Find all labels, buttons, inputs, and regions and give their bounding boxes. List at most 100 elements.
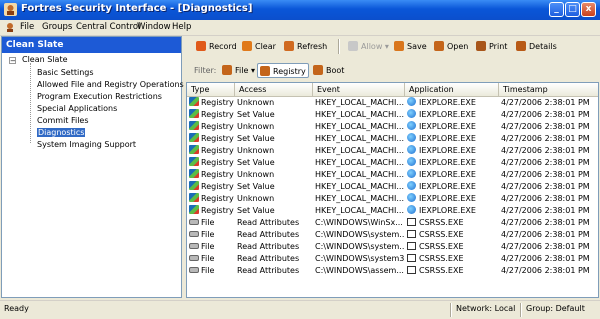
cell-text: HKEY_LOCAL_MACHI... <box>315 122 405 131</box>
registry-icon <box>189 109 199 118</box>
cell-text: File <box>201 266 215 275</box>
record-icon <box>196 41 206 51</box>
tree-item-basic-settings[interactable]: Basic Settings <box>37 68 94 77</box>
cell-type: Registry <box>187 205 235 217</box>
open-button[interactable]: Open <box>434 39 468 54</box>
tree-item-program-execution[interactable]: Program Execution Restrictions <box>37 92 162 101</box>
cell-text: IEXPLORE.EXE <box>419 110 476 119</box>
refresh-button[interactable]: Refresh <box>284 39 327 54</box>
table-row[interactable]: Registry Unknown HKEY_LOCAL_MACHI... IEXPLO… <box>187 169 598 181</box>
cell-text: 4/27/2006 2:38:01 PM <box>501 158 590 167</box>
checkmark-icon <box>348 41 358 51</box>
document-icon[interactable] <box>4 21 16 33</box>
title-bar[interactable]: Fortres Security Interface - [Diagnostic… <box>0 0 600 20</box>
table-row[interactable]: File Read Attributes C:\WINDOWS\system... C… <box>187 229 598 241</box>
column-header-timestamp[interactable]: Timestamp <box>499 83 598 96</box>
record-button[interactable]: Record <box>196 39 237 54</box>
table-row[interactable]: Registry Unknown HKEY_LOCAL_MACHI... IEXPLO… <box>187 145 598 157</box>
tree-item-special-applications[interactable]: Special Applications <box>37 104 117 113</box>
menu-help[interactable]: Help <box>172 22 191 32</box>
save-button[interactable]: Save <box>394 39 427 54</box>
tree-item-commit-files[interactable]: Commit Files <box>37 116 89 125</box>
navigation-pane: Clean Slate − Clean Slate Basic Settings… <box>1 36 184 298</box>
registry-icon <box>189 121 199 130</box>
registry-icon <box>189 181 199 190</box>
print-button[interactable]: Print <box>476 39 507 54</box>
column-header-application[interactable]: Application <box>405 83 499 96</box>
filter-file-button[interactable]: File ▾ <box>220 63 257 78</box>
table-row[interactable]: Registry Unknown HKEY_LOCAL_MACHI... IEXPLO… <box>187 193 598 205</box>
table-row[interactable]: File Read Attributes C:\WINDOWS\assem... CS… <box>187 265 598 277</box>
registry-icon <box>189 145 199 154</box>
cell-text: Set Value <box>237 134 275 143</box>
cell-timestamp: 4/27/2006 2:38:01 PM <box>499 205 598 217</box>
table-row[interactable]: Registry Set Value HKEY_LOCAL_MACHI... IEXP… <box>187 205 598 217</box>
filter-registry-button[interactable]: Registry <box>257 63 309 78</box>
allow-label: Allow <box>361 42 383 51</box>
table-row[interactable]: File Read Attributes C:\WINDOWS\WinSx... CS… <box>187 217 598 229</box>
table-row[interactable]: File Read Attributes C:\WINDOWS\system... C… <box>187 241 598 253</box>
toolbar-separator <box>338 39 340 54</box>
cell-type: File <box>187 241 235 253</box>
cell-text: Registry <box>201 98 234 107</box>
cell-timestamp: 4/27/2006 2:38:01 PM <box>499 193 598 205</box>
column-header-access[interactable]: Access <box>235 83 313 96</box>
menu-file[interactable]: File <box>20 22 34 32</box>
cell-text: Registry <box>201 134 234 143</box>
cell-application: IEXPLORE.EXE <box>405 193 499 205</box>
table-header: Type Access Event Application Timestamp <box>187 83 598 97</box>
cell-application: IEXPLORE.EXE <box>405 181 499 193</box>
file-icon <box>189 231 199 237</box>
details-button[interactable]: Details <box>516 39 557 54</box>
cell-access: Unknown <box>235 145 313 157</box>
cell-text: IEXPLORE.EXE <box>419 146 476 155</box>
table-row[interactable]: Registry Set Value HKEY_LOCAL_MACHI... IEXP… <box>187 181 598 193</box>
tree-item-allowed-operations[interactable]: Allowed File and Registry Operations <box>37 80 184 89</box>
collapse-toggle[interactable]: − <box>9 57 16 65</box>
events-table[interactable]: Type Access Event Application Timestamp … <box>186 82 599 298</box>
registry-icon <box>189 97 199 106</box>
column-header-type[interactable]: Type <box>187 83 235 96</box>
cell-application: IEXPLORE.EXE <box>405 205 499 217</box>
file-icon <box>189 219 199 225</box>
cell-timestamp: 4/27/2006 2:38:01 PM <box>499 229 598 241</box>
tree-item-system-imaging[interactable]: System Imaging Support <box>37 140 136 149</box>
table-row[interactable]: File Read Attributes C:\WINDOWS\system32 CS… <box>187 253 598 265</box>
cell-timestamp: 4/27/2006 2:38:01 PM <box>499 181 598 193</box>
cell-application: CSRSS.EXE <box>405 229 499 241</box>
cell-timestamp: 4/27/2006 2:38:01 PM <box>499 169 598 181</box>
cell-event: HKEY_LOCAL_MACHI... <box>313 109 405 121</box>
cell-text: Unknown <box>237 194 275 203</box>
window-title: Fortres Security Interface - [Diagnostic… <box>21 3 253 14</box>
table-row[interactable]: Registry Unknown HKEY_LOCAL_MACHI... IEXPLO… <box>187 97 598 109</box>
cell-application: IEXPLORE.EXE <box>405 121 499 133</box>
menu-window[interactable]: Window <box>137 22 171 32</box>
cell-text: C:\WINDOWS\WinSx... <box>315 218 403 227</box>
cell-text: 4/27/2006 2:38:01 PM <box>501 218 590 227</box>
cell-text: Registry <box>201 110 234 119</box>
file-icon <box>189 255 199 261</box>
clear-button[interactable]: Clear <box>242 39 276 54</box>
details-label: Details <box>529 42 557 51</box>
menu-central-control[interactable]: Central Control <box>76 22 140 32</box>
menu-groups[interactable]: Groups <box>42 22 72 32</box>
cell-application: IEXPLORE.EXE <box>405 145 499 157</box>
filter-boot-button[interactable]: Boot <box>311 63 346 78</box>
cell-application: CSRSS.EXE <box>405 241 499 253</box>
table-row[interactable]: Registry Unknown HKEY_LOCAL_MACHI... IEXPLO… <box>187 121 598 133</box>
table-row[interactable]: Registry Set Value HKEY_LOCAL_MACHI... IEXP… <box>187 109 598 121</box>
column-header-event[interactable]: Event <box>313 83 405 96</box>
maximize-button[interactable]: □ <box>565 2 580 17</box>
tree-item-diagnostics[interactable]: Diagnostics <box>37 128 86 137</box>
tree-root-clean-slate[interactable]: Clean Slate <box>22 55 68 64</box>
close-button[interactable]: x <box>581 2 596 17</box>
table-row[interactable]: Registry Set Value HKEY_LOCAL_MACHI... IEXP… <box>187 133 598 145</box>
minimize-button[interactable]: _ <box>549 2 564 17</box>
registry-icon <box>189 157 199 166</box>
cell-text: Read Attributes <box>237 218 300 227</box>
cell-text: IEXPLORE.EXE <box>419 98 476 107</box>
cell-event: C:\WINDOWS\WinSx... <box>313 217 405 229</box>
filter-boot-label: Boot <box>326 66 345 75</box>
table-row[interactable]: Registry Set Value HKEY_LOCAL_MACHI... IEXP… <box>187 157 598 169</box>
allow-button[interactable]: Allow ▾ <box>348 39 389 54</box>
